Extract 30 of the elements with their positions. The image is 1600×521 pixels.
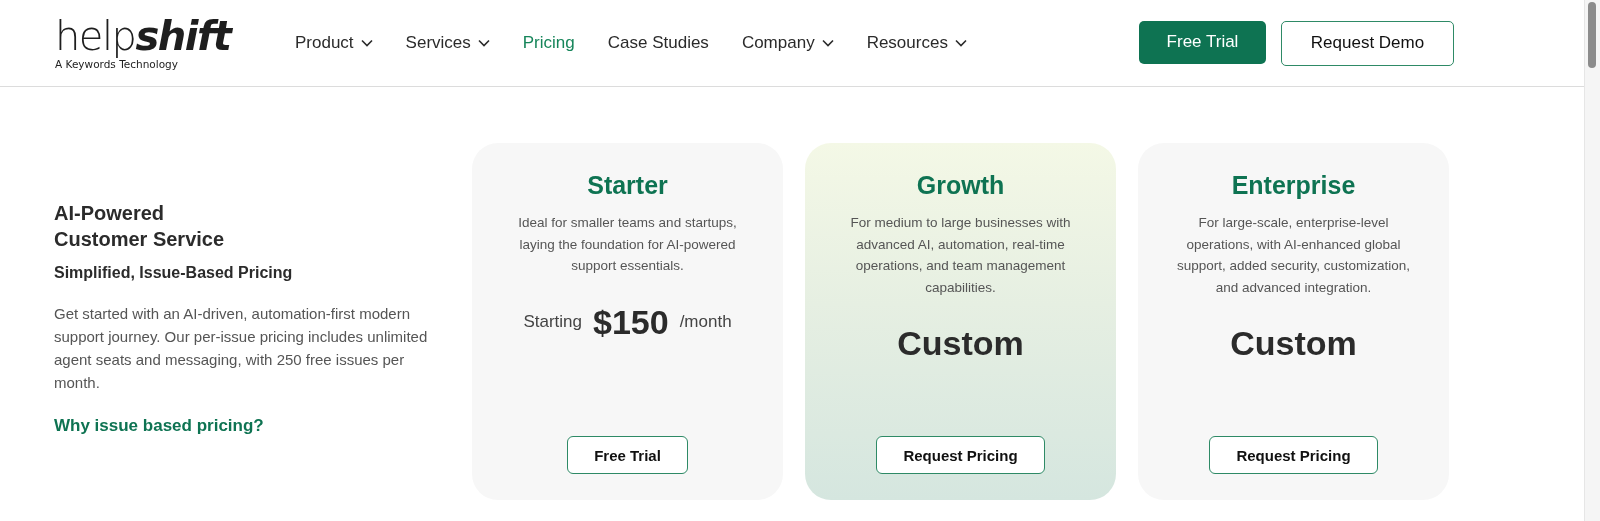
nav-link[interactable]: Pricing xyxy=(522,33,575,53)
price-amount: $150 xyxy=(593,302,669,342)
plan-button[interactable]: Free Trial xyxy=(567,436,688,474)
plan-description: For large-scale, enterprise-level operations, with AI-enhanced global support, added security, customization, and advanced integration. xyxy=(1176,214,1411,297)
plan-button[interactable]: Request Pricing xyxy=(876,436,1045,474)
why-link[interactable]: Why issue based pricing? xyxy=(54,416,434,436)
plan-name: Starter xyxy=(587,171,668,200)
nav-link[interactable]: Case Studies xyxy=(607,33,709,53)
logo-tagline: A Keywords Technology xyxy=(55,58,179,70)
plan-name: Growth xyxy=(916,171,1005,200)
scrollbar-thumb[interactable] xyxy=(1588,2,1596,68)
logo[interactable]: helpshift xyxy=(55,16,295,56)
request-demo-button[interactable]: Request Demo xyxy=(1281,20,1454,66)
nav-link[interactable]: Services xyxy=(405,33,490,53)
section-subtitle: Simplified, Issue-Based Pricing xyxy=(54,264,294,282)
price-amount: Custom xyxy=(1230,324,1357,362)
section-title: AI-Powered Customer Service xyxy=(54,201,226,252)
free-trial-button[interactable]: Free Trial xyxy=(1139,20,1266,64)
plan-description: Ideal for smaller teams and startups, laying the foundation for AI-powered support essentials. xyxy=(517,214,738,275)
plan-description: For medium to large businesses with advanced AI, automation, real-time operations, and team management capabilities. xyxy=(849,214,1072,297)
scrollbar[interactable] xyxy=(1584,0,1600,521)
plan-button[interactable]: Request Pricing xyxy=(1209,436,1378,474)
price-prefix: Starting xyxy=(523,312,582,332)
price-period: /month xyxy=(679,312,732,332)
nav-link[interactable]: Resources xyxy=(866,33,967,53)
nav-link[interactable]: Company xyxy=(741,33,834,53)
plan-name: Enterprise xyxy=(1231,171,1356,200)
nav-link[interactable]: Product xyxy=(295,33,373,53)
price-amount: Custom xyxy=(897,324,1024,362)
intro-paragraph: Get started with an AI-driven, automation-first modern support journey. Our per-issue pricing includes unlimited agent seats and messaging, with 250 free issues per month. xyxy=(54,304,429,393)
